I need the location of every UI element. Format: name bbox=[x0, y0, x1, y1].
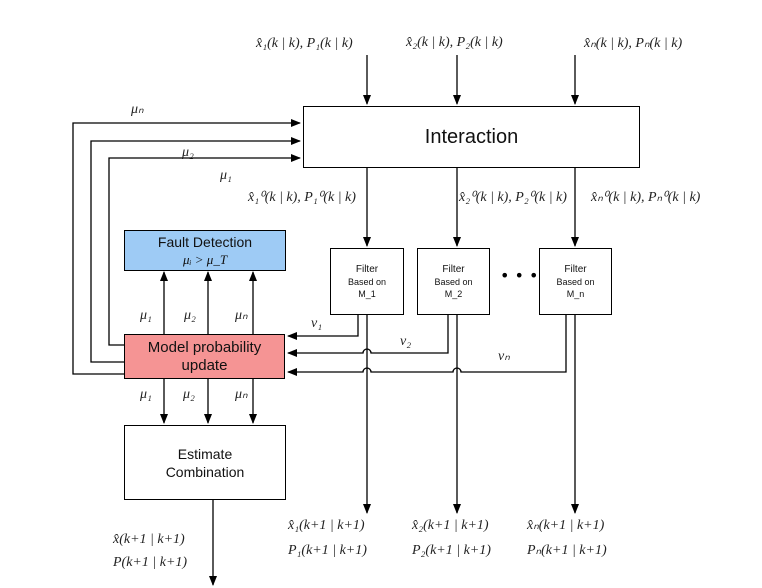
estimate-combination-box: Estimate Combination bbox=[124, 425, 286, 500]
filter-title: Filter bbox=[442, 263, 465, 275]
filter-box-n: Filter Based on M_n bbox=[539, 248, 612, 315]
combined-output-p: P(k+1 | k+1) bbox=[113, 555, 188, 570]
input-label-2: x̂₂(k | k), P₂(k | k) bbox=[406, 35, 503, 50]
filter-sub: Based on bbox=[434, 276, 473, 287]
output-p-n: Pₙ(k+1 | k+1) bbox=[527, 543, 607, 558]
filter-model: M_2 bbox=[444, 288, 463, 299]
ellipsis-dots: • • • bbox=[500, 266, 539, 285]
imm-diagram: Interaction Fault Detection μᵢ > μ_T Mod… bbox=[0, 0, 762, 588]
likelihood-line-n bbox=[287, 314, 567, 376]
feedback-label-mu-n: μₙ bbox=[131, 102, 144, 117]
feedback-label-mu-1: μ₁ bbox=[220, 168, 232, 183]
model-update-label-1: Model probability bbox=[147, 338, 262, 356]
output-x-1: x̂₁(k+1 | k+1) bbox=[288, 518, 365, 533]
mixed-label-n: x̂ₙ⁰(k | k), Pₙ⁰(k | k) bbox=[591, 190, 701, 205]
filter-sub: Based on bbox=[347, 276, 387, 287]
down-label-1: μ₁ bbox=[140, 387, 152, 402]
up-label-1: μ₁ bbox=[140, 308, 152, 323]
likelihood-label-n: vₙ bbox=[498, 349, 510, 364]
filter-sub: Based on bbox=[556, 276, 595, 287]
filter-title: Filter bbox=[355, 263, 379, 275]
down-label-2: μ₂ bbox=[183, 387, 195, 402]
input-label-n: x̂ₙ(k | k), Pₙ(k | k) bbox=[584, 36, 683, 51]
filter-box-2: Filter Based on M_2 bbox=[417, 248, 490, 315]
model-update-label-2: update bbox=[181, 356, 228, 374]
output-x-n: x̂ₙ(k+1 | k+1) bbox=[527, 518, 605, 533]
up-label-n: μₙ bbox=[235, 308, 248, 323]
filter-model: M_1 bbox=[358, 288, 376, 299]
feedback-label-mu-2: μ₂ bbox=[182, 145, 194, 160]
fault-detection-condition: μᵢ > μ_T bbox=[182, 251, 228, 267]
estimate-label-1: Estimate bbox=[177, 445, 233, 462]
interaction-box: Interaction bbox=[303, 106, 640, 168]
output-x-2: x̂₂(k+1 | k+1) bbox=[412, 518, 489, 533]
filter-title: Filter bbox=[564, 263, 587, 275]
interaction-label: Interaction bbox=[424, 125, 519, 148]
output-p-1: P₁(k+1 | k+1) bbox=[288, 543, 367, 558]
up-label-2: μ₂ bbox=[184, 308, 196, 323]
model-probability-update-box: Model probability update bbox=[124, 334, 285, 379]
combined-output-x: x̂(k+1 | k+1) bbox=[113, 532, 185, 547]
likelihood-label-1: v₁ bbox=[311, 316, 323, 331]
filter-box-1: Filter Based on M_1 bbox=[330, 248, 404, 315]
output-p-2: P₂(k+1 | k+1) bbox=[412, 543, 491, 558]
mixed-label-2: x̂₂⁰(k | k), P₂⁰(k | k) bbox=[459, 190, 567, 205]
input-label-1: x̂₁(k | k), P₁(k | k) bbox=[256, 36, 353, 51]
mixed-label-1: x̂₁⁰(k | k), P₁⁰(k | k) bbox=[248, 190, 356, 205]
estimate-label-2: Combination bbox=[165, 463, 245, 480]
down-label-n: μₙ bbox=[235, 387, 248, 402]
fault-detection-box: Fault Detection μᵢ > μ_T bbox=[124, 230, 286, 271]
filter-model: M_n bbox=[566, 288, 585, 299]
fault-detection-label: Fault Detection bbox=[157, 233, 253, 250]
likelihood-line-1 bbox=[287, 314, 359, 340]
likelihood-label-2: v₂ bbox=[400, 334, 412, 349]
